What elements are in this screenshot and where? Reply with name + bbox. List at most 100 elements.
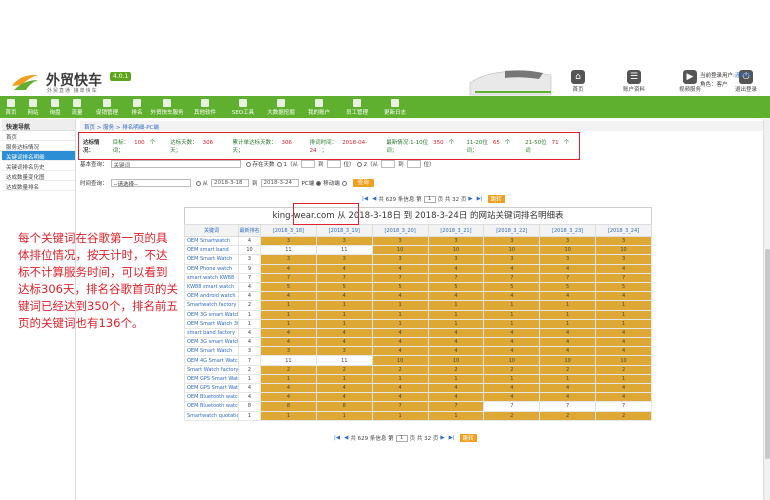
account-button[interactable]: ☰ 账户资料 [606,68,662,96]
first-page-icon[interactable]: |◀ [362,196,368,202]
scrollbar-thumb[interactable] [765,249,770,459]
keyword-input[interactable]: 关键词 [110,160,241,169]
nav-item-12[interactable]: 更新日志 [376,96,414,118]
nav-item-1[interactable]: 网站 [22,96,44,118]
nav-item-8[interactable]: SEO工具 [224,96,262,118]
next-page-icon-bottom[interactable]: ▶ [440,435,444,441]
rank-cell: 1 [315,373,373,385]
basic-query-row: 基本查询： 关键词 存在天数 1（从 到 位） 2（从 到 位） [80,159,435,169]
keyword-cell[interactable]: smart band factory [184,327,239,339]
version-badge: 4.0.1 [110,72,132,81]
range1-from-input[interactable] [301,160,316,168]
keyword-cell[interactable]: Smart Watch factory [184,364,239,375]
keyword-cell[interactable]: KW88 smart watch [184,281,239,293]
range1-radio[interactable] [276,161,282,167]
go-button-bottom[interactable]: 跳转 [459,434,477,442]
keyword-cell[interactable]: OEM GPS Smart Watch [184,373,239,385]
range2-from-input[interactable] [381,160,396,168]
keyword-cell[interactable]: OEM 3G smart Watch [184,337,239,348]
table-row: smart watch KW88 7 7 7 7 7 7 7 7 [184,272,652,283]
nav-item-7[interactable]: 其他软件 [186,96,224,118]
rank-cell: 5 [595,281,652,293]
rank-cell: 7 [595,401,652,412]
page-input-bottom[interactable]: 1 [395,434,408,442]
keyword-cell[interactable]: OEM Smart Watch 3G [184,318,239,329]
next-page-icon[interactable]: ▶ [468,196,472,202]
range1-to-input[interactable] [326,160,341,168]
rank-cell: 4 [315,392,373,403]
login-name[interactable]: 连伟虎 [735,73,752,79]
sidebar-item-home[interactable]: 首页 [2,131,75,141]
last-page-icon[interactable]: ▶| [477,196,483,202]
keyword-cell[interactable]: OEM Smart Watch [184,254,239,265]
rank-cell: 1 [371,300,429,311]
rank-cell: 2 [315,364,373,375]
keyword-cell[interactable]: OEM android watch [184,291,239,302]
keyword-cell[interactable]: OEM Phone watch [184,263,239,274]
latest-rank-cell: 1 [238,309,261,320]
range2-to-input[interactable] [406,160,421,168]
nav-item-6[interactable]: 外贸快车服务 [148,96,186,118]
login-prefix: 当前登录用户: [700,73,735,79]
rank-cell: 7 [371,401,429,412]
pc-radio[interactable] [316,180,322,186]
nav-label: 外贸快车服务 [150,110,184,116]
ranking-table-wrap: king-wear.com 从 2018-3-18日 到 2018-3-24日 … [184,203,652,421]
rank-cell: 1 [371,309,429,320]
keyword-cell[interactable]: OEM 4G Smart Watch [184,355,239,366]
sidebar-item-keyword-history[interactable]: 关键词排名历史 [2,161,75,171]
nav-item-5[interactable]: 排名 [126,96,148,118]
table-header-cell: 最新排名 [238,224,261,237]
nav-icon [133,99,141,107]
mobile-radio[interactable] [341,180,347,186]
rank-cell: 1 [539,318,597,329]
nav-item-11[interactable]: 员工管理 [338,96,376,118]
first-page-icon-bottom[interactable]: |◀ [334,435,340,441]
rank-cell: 4 [371,291,429,302]
custom-date-radio[interactable] [195,180,201,186]
nav-label: 询盘 [49,110,61,116]
period-select[interactable]: --请选择-- [110,179,191,188]
total-count-bottom: 共 629 条信息 [350,436,387,442]
last-page-icon-bottom[interactable]: ▶| [449,435,455,441]
brand-logo[interactable]: 外贸快车 4.0.1 外贸直通 接单快车 [10,68,132,94]
sidebar-heading: 快速导航 [2,119,75,131]
keyword-cell[interactable]: OEM Bluetooth watch [184,401,239,412]
prev-page-icon[interactable]: ◀ [372,196,376,202]
table-title-range: 从 2018-3-18日 到 2018-3-24日 的网站关键词排名明细表 [337,211,564,221]
sidebar-item-service-status[interactable]: 服务达标情况 [2,141,75,151]
nav-item-3[interactable]: 流量 [66,96,88,118]
history-checkbox[interactable] [245,161,251,167]
keyword-cell[interactable]: OEM Smart Watch [184,346,239,357]
keyword-cell[interactable]: OEM Smartwatch [184,235,239,247]
home-button[interactable]: ⌂ 首页 [550,68,606,96]
scrollbar[interactable] [763,119,770,500]
range2-radio[interactable] [356,161,362,167]
rank-cell: 1 [483,373,541,385]
sidebar-item-keyword-detail[interactable]: 关键词排名明细 [2,151,75,161]
sidebar-item-count-chart[interactable]: 达成数量变化图 [2,171,75,181]
page-input[interactable]: 1 [423,195,436,203]
keyword-cell[interactable]: OEM smart band [184,245,239,256]
prev-page-icon-bottom[interactable]: ◀ [344,435,348,441]
nav-item-9[interactable]: 大数据挖掘 [262,96,300,118]
keyword-cell[interactable]: OEM GPS Smart Watch [184,382,239,394]
query-button[interactable]: 查询 [352,179,374,187]
rank-cell: 1 [539,300,597,311]
go-button[interactable]: 跳转 [487,195,505,203]
date-from-input[interactable]: 2018-3-18 [211,179,250,187]
nav-icon [73,99,81,107]
date-to-input[interactable]: 2018-3-24 [260,179,299,187]
sidebar-item-count-ranking[interactable]: 达成数量排名 [2,181,75,191]
latest-rank-cell: 7 [238,355,261,366]
nav-item-0[interactable]: 首页 [0,96,22,118]
keyword-cell[interactable]: OEM 3G smart Watch [184,309,239,320]
keyword-cell[interactable]: OEM Bluetooth watch [184,392,239,403]
keyword-cell[interactable]: Smartwatch quotation [184,410,239,421]
keyword-cell[interactable]: Smartwatch factory [184,300,239,311]
nav-item-2[interactable]: 询盘 [44,96,66,118]
nav-item-10[interactable]: 我的账户 [300,96,338,118]
rank-cell: 5 [483,281,541,293]
keyword-cell[interactable]: smart watch KW88 [184,272,239,283]
nav-item-4[interactable]: 促销管理 [88,96,126,118]
